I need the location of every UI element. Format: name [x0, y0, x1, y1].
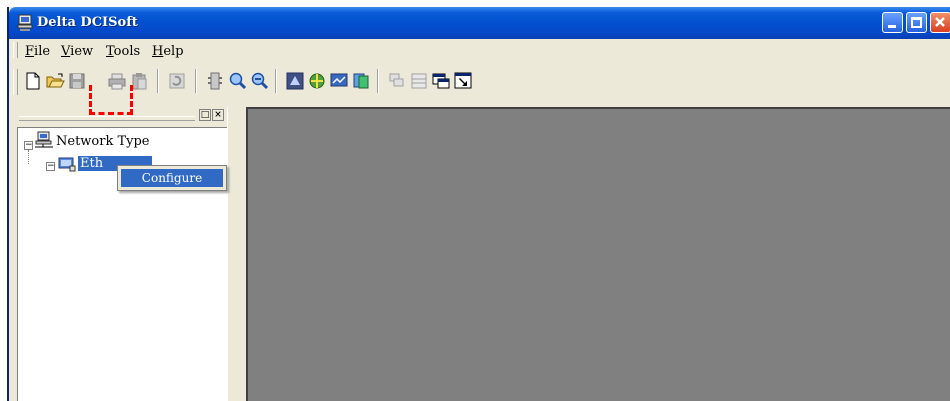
close-icon	[935, 17, 945, 27]
help-icon[interactable]	[453, 71, 473, 91]
computer-icon	[17, 14, 33, 32]
toolbar-grip[interactable]	[13, 69, 18, 95]
maximize-button[interactable]	[906, 12, 927, 33]
toolbar-separator	[195, 69, 197, 93]
title-bar[interactable]: Delta DCISoft	[9, 7, 950, 39]
menu-bar: File View Tools Help	[9, 39, 950, 61]
cascade-icon[interactable]	[387, 71, 407, 91]
find-icon[interactable]	[249, 71, 269, 91]
minimize-icon	[888, 25, 896, 28]
network-tree-icon	[35, 131, 53, 153]
context-menu: Configure	[117, 165, 227, 191]
window-title: Delta DCISoft	[37, 15, 138, 30]
toolbar-separator	[157, 69, 159, 93]
pane-grip[interactable]	[19, 116, 195, 121]
pane-restore-button[interactable]: □	[199, 109, 211, 121]
tree-pane-header: □ ×	[9, 107, 237, 127]
pane-splitter[interactable]	[227, 107, 246, 401]
collapse-icon[interactable]: −	[46, 162, 55, 171]
network-icon[interactable]	[307, 71, 327, 91]
settings-icon[interactable]	[285, 71, 305, 91]
toolbar	[9, 61, 950, 107]
workspace-area[interactable]	[246, 107, 950, 401]
close-icon: ×	[214, 110, 222, 120]
toolbar-separator	[377, 69, 379, 93]
ethernet-icon	[58, 156, 76, 176]
tree-connector	[28, 150, 30, 164]
open-icon[interactable]	[45, 71, 65, 91]
restore-icon: □	[200, 110, 210, 120]
menu-view[interactable]: View	[61, 44, 93, 59]
context-menu-configure[interactable]: Configure	[121, 169, 223, 187]
tile-icon[interactable]	[409, 71, 429, 91]
search-device-icon[interactable]	[205, 71, 225, 91]
close-button[interactable]	[930, 12, 950, 33]
menu-tools[interactable]: Tools	[106, 44, 140, 59]
app-window: Delta DCISoft File View Tools Help □ × −…	[7, 7, 950, 401]
menubar-grip[interactable]	[13, 42, 18, 58]
database-icon[interactable]	[351, 71, 371, 91]
tree-root-label[interactable]: Network Type	[56, 134, 150, 149]
minimize-button[interactable]	[882, 12, 903, 33]
pane-close-button[interactable]: ×	[212, 109, 224, 121]
refresh-icon[interactable]	[167, 71, 187, 91]
maximize-icon	[911, 17, 922, 28]
menu-file[interactable]: File	[25, 44, 50, 59]
menu-help[interactable]: Help	[152, 44, 184, 59]
monitor-icon[interactable]	[329, 71, 349, 91]
zoom-icon[interactable]	[227, 71, 247, 91]
window-icon[interactable]	[431, 71, 451, 91]
save-icon[interactable]	[67, 71, 87, 91]
collapse-icon[interactable]: −	[24, 141, 33, 150]
toolbar-separator	[275, 69, 277, 93]
new-icon[interactable]	[23, 71, 43, 91]
